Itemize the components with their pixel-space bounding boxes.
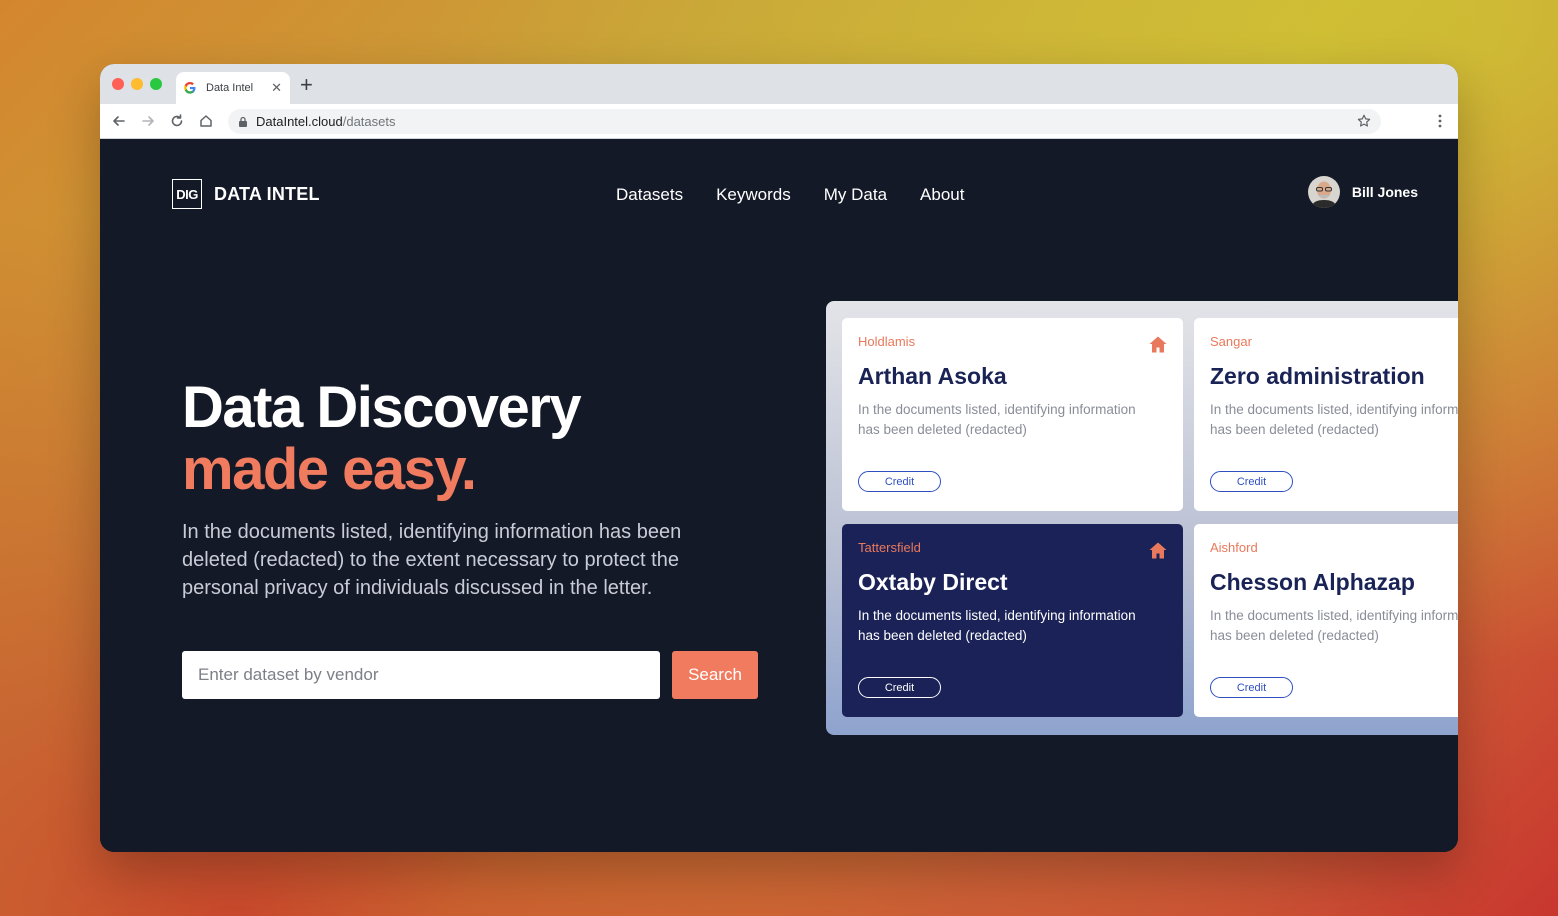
home-icon[interactable] [1149,542,1167,559]
brand-logo: DIG [172,179,202,209]
card-description-line1: In the documents listed, identifying inf… [1210,608,1458,623]
card-description-line1: In the documents listed, identifying inf… [858,608,1136,623]
card-description-line2: has been deleted (redacted) [858,422,1027,437]
avatar-image [1307,176,1340,208]
card-description-line1: In the documents listed, identifying inf… [1210,402,1458,417]
close-tab-icon[interactable]: ✕ [271,80,282,96]
card-vendor: Holdlamis [858,334,916,349]
nav-keywords[interactable]: Keywords [716,185,791,205]
lock-icon [239,116,247,127]
brand[interactable]: DIG DATA INTEL [172,179,320,209]
maximize-window-button[interactable] [150,78,162,90]
search-button[interactable]: Search [672,651,758,699]
card-title: Zero administration [1210,363,1425,389]
google-icon [184,82,196,94]
card-description-line2: has been deleted (redacted) [1210,628,1379,643]
dataset-card[interactable]: Tattersfield Oxtaby Direct In the docume… [842,524,1183,717]
hero-title-line2: made easy. [182,437,477,502]
avatar[interactable] [1307,176,1340,208]
dataset-card[interactable]: Sangar Zero administration In the docume… [1194,318,1458,511]
new-tab-button[interactable]: + [300,74,313,96]
minimize-window-button[interactable] [131,78,143,90]
hero-title: Data Discovery made easy. [182,375,582,502]
home-icon[interactable] [1149,336,1167,353]
hero-description: In the documents listed, identifying inf… [182,521,682,599]
card-description-line1: In the documents listed, identifying inf… [858,402,1136,417]
dataset-card[interactable]: Holdlamis Arthan Asoka In the documents … [842,318,1183,511]
credit-badge[interactable]: Credit [858,471,941,492]
card-vendor: Tattersfield [858,540,921,555]
credit-badge[interactable]: Credit [858,677,941,698]
home-browser-icon[interactable] [197,112,215,130]
nav-datasets[interactable]: Datasets [616,185,683,205]
window-controls [112,78,162,90]
nav-my-data[interactable]: My Data [824,185,887,205]
hero-title-line1: Data Discovery [182,375,582,440]
card-description: In the documents listed, identifying inf… [858,400,1168,440]
address-bar: DataIntel.cloud/datasets [100,104,1458,139]
close-window-button[interactable] [112,78,124,90]
user-name: Bill Jones [1351,184,1418,200]
back-arrow-icon[interactable] [110,112,128,130]
card-vendor: Sangar [1210,334,1252,349]
brand-name: DATA INTEL [214,183,320,204]
page-content: DIG DATA INTEL Datasets Keywords My Data… [100,139,1458,852]
card-description-line2: has been deleted (redacted) [1210,422,1379,437]
browser-window: Data Intel ✕ + DataIntel.cloud/datasets … [100,64,1458,852]
card-title: Oxtaby Direct [858,569,1008,595]
browser-tab[interactable]: Data Intel ✕ [176,72,290,104]
dataset-card[interactable]: Aishford Chesson Alphazap In the documen… [1194,524,1458,717]
bookmark-star-icon[interactable] [1357,114,1371,128]
forward-arrow-icon[interactable] [139,112,157,130]
card-title: Chesson Alphazap [1210,569,1415,595]
browser-menu-icon[interactable] [1438,114,1442,128]
reload-icon[interactable] [168,112,186,130]
omnibox[interactable]: DataIntel.cloud/datasets [228,109,1381,134]
search-input[interactable] [182,651,660,699]
user-menu[interactable]: Bill Jones [1307,176,1418,208]
card-description: In the documents listed, identifying inf… [1210,400,1458,440]
url-path: /datasets [342,114,396,129]
credit-badge[interactable]: Credit [1210,471,1293,492]
card-vendor: Aishford [1210,540,1258,555]
card-description: In the documents listed, identifying inf… [858,606,1168,646]
dataset-cards-panel: Holdlamis Arthan Asoka In the documents … [826,301,1458,735]
main-nav: Datasets Keywords My Data About [616,185,964,205]
nav-about[interactable]: About [920,185,964,205]
card-description: In the documents listed, identifying inf… [1210,606,1458,646]
url-host: DataIntel.cloud [256,114,343,129]
credit-badge[interactable]: Credit [1210,677,1293,698]
card-title: Arthan Asoka [858,363,1007,389]
tab-bar: Data Intel ✕ + [100,64,1458,104]
tab-title: Data Intel [206,82,254,94]
card-description-line2: has been deleted (redacted) [858,628,1027,643]
